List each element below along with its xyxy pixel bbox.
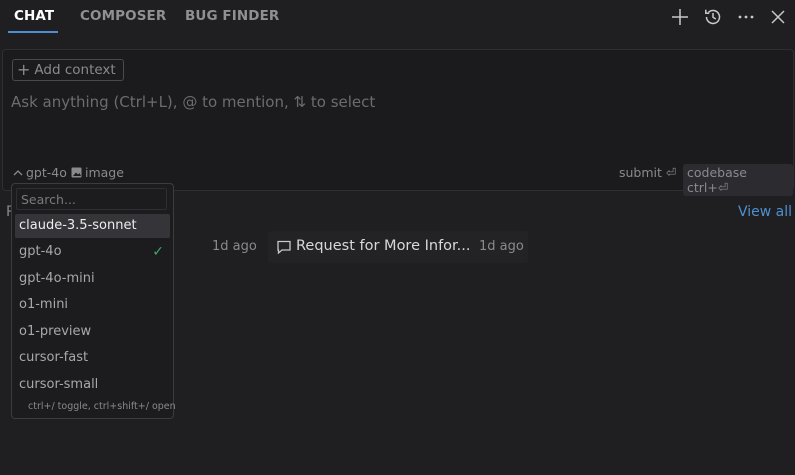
chat-input-placeholder[interactable]: Ask anything (Ctrl+L), @ to mention, ⇅ t… (11, 93, 375, 111)
plus-icon[interactable] (669, 6, 691, 28)
model-option-label: cursor-small (19, 377, 99, 392)
plus-icon: + (17, 60, 31, 79)
view-all-link[interactable]: View all (738, 204, 792, 220)
chat-bubble-icon (276, 239, 292, 255)
close-icon[interactable] (767, 6, 789, 28)
tab-bug-finder[interactable]: BUG FINDER (185, 8, 279, 24)
active-tab-indicator (8, 31, 58, 33)
model-option-label: claude-3.5-sonnet (19, 218, 137, 233)
image-icon (71, 167, 82, 178)
model-option[interactable]: o1-mini (15, 293, 170, 317)
image-button-label: image (85, 165, 124, 180)
tab-chat[interactable]: CHAT (14, 8, 54, 24)
history-icon[interactable] (702, 6, 724, 28)
keyboard-hint: ctrl+/ toggle, ctrl+shift+/ open (28, 401, 176, 412)
model-option-label: o1-preview (19, 324, 92, 339)
model-option-label: cursor-fast (19, 350, 89, 365)
model-option[interactable]: cursor-fast (15, 346, 170, 370)
model-option[interactable]: gpt-4o ✓ (15, 240, 170, 264)
chat-time: 1d ago (479, 239, 524, 254)
chat-title[interactable]: Request for More Infor... (296, 238, 471, 254)
model-dropdown: claude-3.5-sonnet gpt-4o ✓ gpt-4o-mini o1… (11, 183, 176, 419)
chat-time: 1d ago (212, 239, 257, 254)
model-selector[interactable]: gpt-4o (13, 165, 67, 180)
codebase-button[interactable]: codebase ctrl+⏎ (683, 164, 793, 196)
model-option[interactable]: claude-3.5-sonnet (15, 214, 170, 238)
model-option-label: o1-mini (19, 297, 69, 312)
check-icon: ✓ (152, 244, 164, 260)
chat-input-box[interactable]: + Add context Ask anything (Ctrl+L), @ t… (2, 49, 794, 196)
more-icon[interactable] (735, 6, 757, 28)
tab-composer[interactable]: COMPOSER (80, 8, 166, 24)
model-search-input[interactable] (16, 188, 167, 210)
add-context-label: Add context (34, 62, 116, 78)
model-option[interactable]: cursor-small (15, 373, 170, 397)
model-option[interactable]: o1-preview (15, 320, 170, 344)
image-button[interactable]: image (71, 165, 124, 180)
model-option[interactable]: gpt-4o-mini (15, 267, 170, 291)
chevron-up-icon (13, 169, 23, 175)
model-selector-label: gpt-4o (26, 165, 67, 180)
tab-bar: CHAT COMPOSER BUG FINDER (0, 0, 795, 34)
model-option-label: gpt-4o (19, 244, 62, 259)
submit-button[interactable]: submit ⏎ (619, 165, 676, 180)
model-option-label: gpt-4o-mini (19, 271, 95, 286)
add-context-button[interactable]: + Add context (12, 59, 124, 81)
